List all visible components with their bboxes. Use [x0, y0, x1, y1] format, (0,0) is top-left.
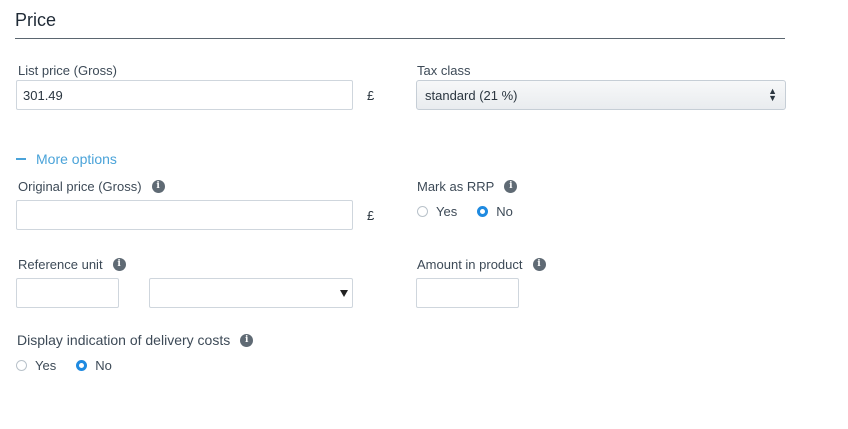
- reference-unit-label: Reference unit: [18, 257, 103, 272]
- delivery-costs-radio-group: Yes No: [16, 358, 132, 373]
- delivery-costs-label: Display indication of delivery costs: [17, 332, 231, 348]
- original-price-label-row: Original price (Gross) i: [18, 179, 165, 194]
- amount-in-product-input[interactable]: [416, 278, 519, 308]
- reference-unit-label-row: Reference unit i: [18, 257, 126, 272]
- reference-unit-select[interactable]: [149, 278, 353, 308]
- list-price-currency: £: [367, 88, 375, 103]
- delivery-costs-yes-radio[interactable]: [16, 360, 27, 371]
- mark-as-rrp-no-label[interactable]: No: [496, 204, 513, 219]
- delivery-costs-no-radio[interactable]: [76, 360, 88, 371]
- mark-as-rrp-yes-radio[interactable]: [417, 206, 428, 217]
- amount-in-product-label: Amount in product: [417, 257, 523, 272]
- delivery-costs-yes-label[interactable]: Yes: [35, 358, 56, 373]
- mark-as-rrp-yes-label[interactable]: Yes: [436, 204, 457, 219]
- mark-as-rrp-no-radio[interactable]: [477, 206, 489, 217]
- original-price-input[interactable]: [16, 200, 353, 230]
- mark-as-rrp-radio-group: Yes No: [417, 204, 533, 219]
- list-price-input[interactable]: [16, 80, 353, 110]
- amount-in-product-label-row: Amount in product i: [417, 257, 546, 272]
- more-options-label: More options: [36, 151, 117, 167]
- delivery-costs-label-row: Display indication of delivery costs i: [17, 332, 254, 348]
- more-options-toggle[interactable]: More options: [16, 151, 117, 167]
- info-icon[interactable]: i: [151, 180, 165, 193]
- delivery-costs-no-label[interactable]: No: [95, 358, 112, 373]
- tax-class-selected: standard (21 %): [425, 87, 518, 103]
- section-divider: [15, 38, 785, 39]
- original-price-label: Original price (Gross): [18, 179, 142, 194]
- info-icon[interactable]: i: [504, 180, 518, 193]
- mark-as-rrp-label-row: Mark as RRP i: [417, 179, 518, 194]
- tax-class-select[interactable]: standard (21 %) ▲ ▼: [416, 80, 786, 110]
- info-icon[interactable]: i: [240, 333, 254, 347]
- chevron-down-icon: [340, 289, 348, 297]
- minus-icon: [16, 158, 26, 160]
- mark-as-rrp-label: Mark as RRP: [417, 179, 495, 194]
- select-arrows-icon: ▲ ▼: [768, 86, 777, 103]
- info-icon[interactable]: i: [112, 258, 126, 271]
- reference-unit-input[interactable]: [16, 278, 119, 308]
- original-price-currency: £: [367, 208, 375, 223]
- tax-class-label: Tax class: [417, 63, 471, 78]
- section-title: Price: [15, 10, 57, 30]
- list-price-label: List price (Gross): [18, 63, 117, 78]
- info-icon[interactable]: i: [532, 258, 546, 271]
